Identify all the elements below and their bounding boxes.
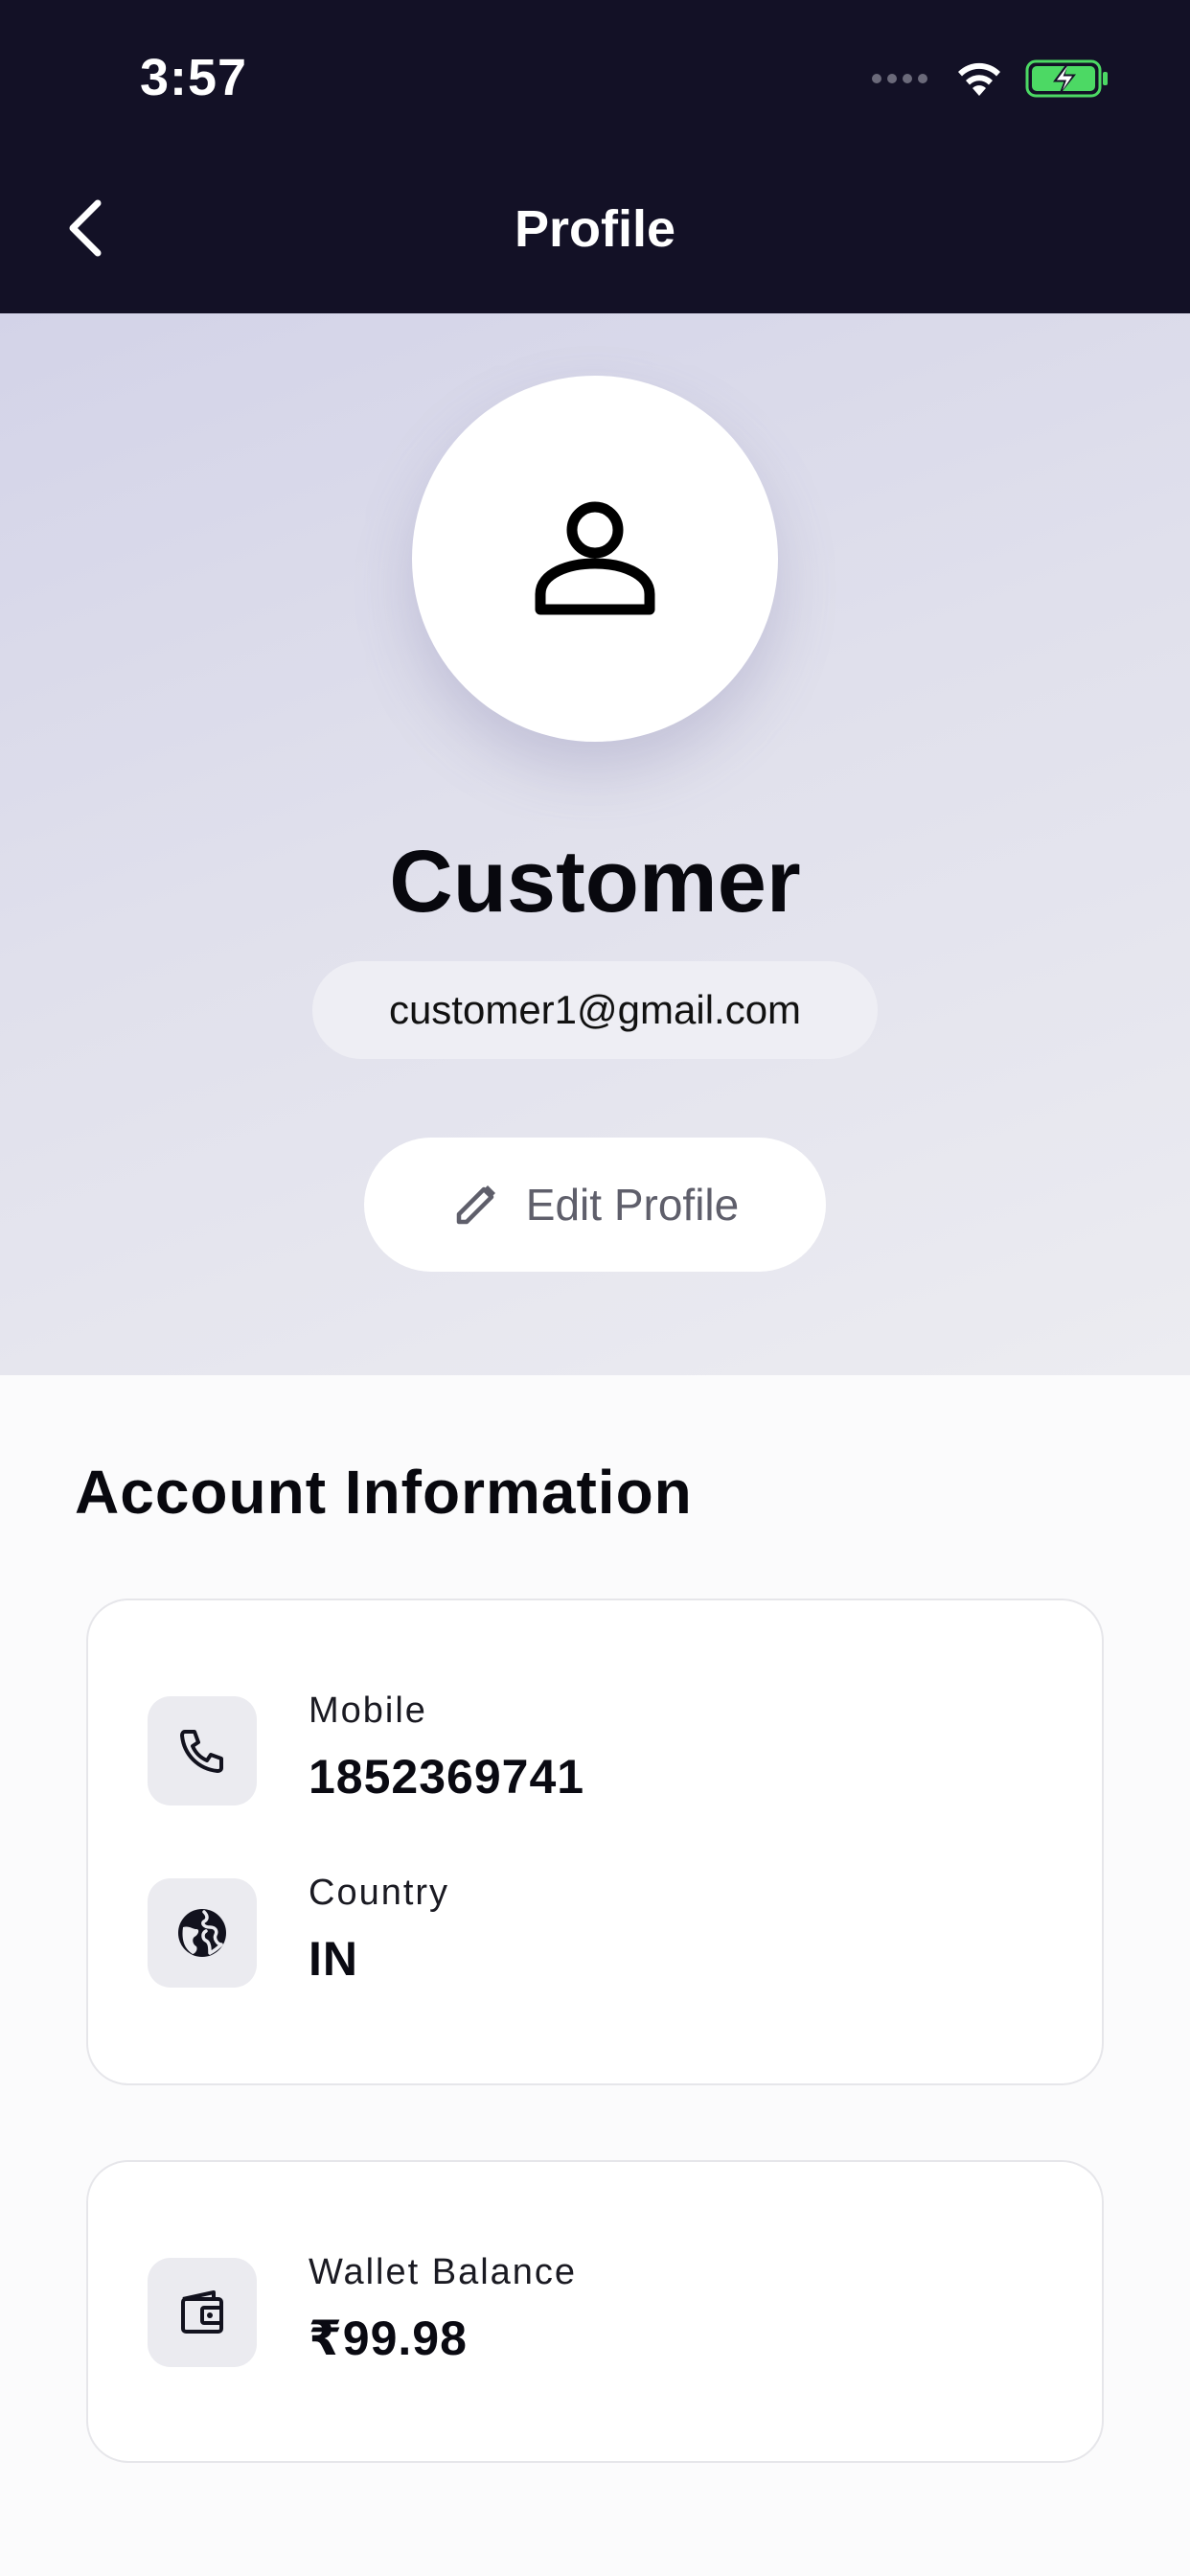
- page-title: Profile: [514, 200, 676, 258]
- globe-icon: [178, 1909, 226, 1957]
- country-value: IN: [309, 1932, 358, 1986]
- account-info-card: Mobile 1852369741 Country IN: [86, 1598, 1104, 2085]
- wallet-value: ₹99.98: [309, 2312, 468, 2365]
- profile-screen: 3:57 Profile Customer customer1@gmail.co…: [0, 0, 1190, 2576]
- mobile-value: 1852369741: [309, 1750, 585, 1804]
- country-label: Country: [309, 1873, 450, 1913]
- battery-charging-icon: [1025, 59, 1108, 98]
- user-name: Customer: [389, 833, 801, 931]
- mobile-label: Mobile: [309, 1690, 427, 1731]
- cellular-signal-icon: [872, 74, 927, 83]
- status-indicators: [872, 56, 1110, 102]
- phone-icon: [180, 1730, 223, 1773]
- pencil-icon: [456, 1185, 495, 1225]
- status-time: 3:57: [140, 49, 248, 106]
- email-text: customer1@gmail.com: [388, 987, 802, 1032]
- wallet-icon: [181, 2290, 223, 2334]
- section-title: Account Information: [75, 1458, 693, 1527]
- wallet-row: Wallet Balance ₹99.98: [148, 2252, 577, 2367]
- wallet-icon-tile: [148, 2258, 257, 2367]
- phone-icon-tile: [148, 1696, 257, 1806]
- edit-profile-button[interactable]: Edit Profile: [364, 1138, 826, 1272]
- avatar: [412, 376, 778, 742]
- mobile-row: Mobile 1852369741: [148, 1690, 585, 1806]
- country-row: Country IN: [148, 1873, 449, 1988]
- person-icon: [535, 501, 655, 615]
- wallet-label: Wallet Balance: [309, 2252, 578, 2292]
- wallet-card: Wallet Balance ₹99.98: [86, 2160, 1104, 2463]
- top-bar: 3:57 Profile: [0, 0, 1190, 313]
- email-badge: customer1@gmail.com: [312, 961, 878, 1059]
- edit-profile-label: Edit Profile: [525, 1180, 740, 1230]
- wifi-icon: [958, 62, 1000, 96]
- globe-icon-tile: [148, 1878, 257, 1988]
